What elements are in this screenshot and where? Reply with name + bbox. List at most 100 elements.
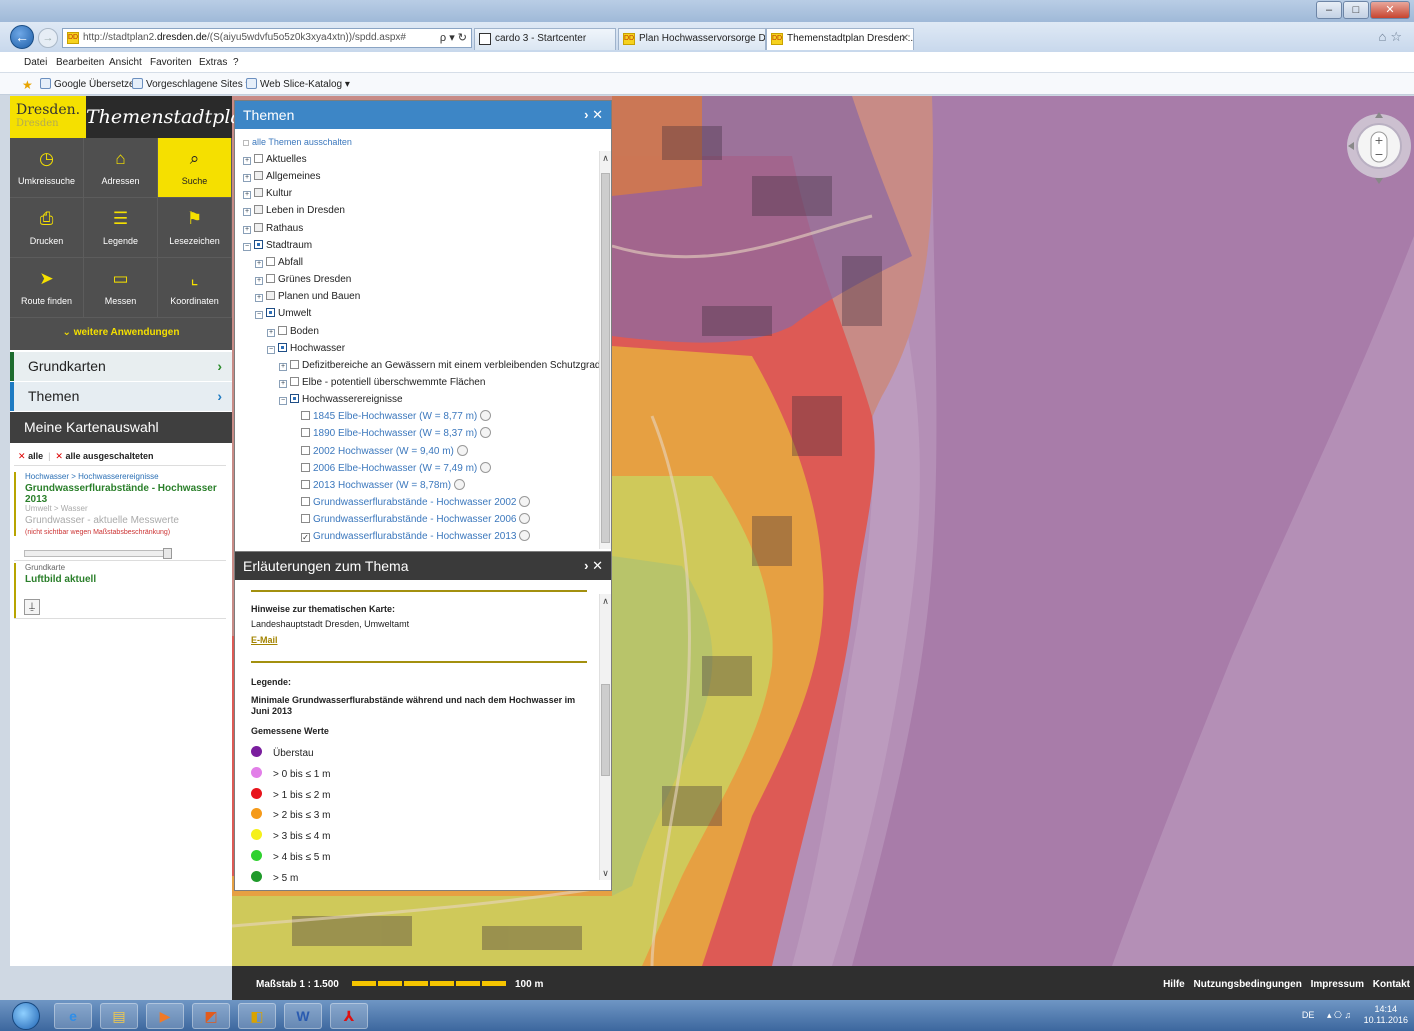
layer-checkbox[interactable] <box>290 376 299 386</box>
tile-legende[interactable]: ☰ Legende <box>84 198 158 258</box>
layer-checkbox[interactable] <box>254 171 263 181</box>
panel-controls[interactable]: › ✕ <box>584 101 603 129</box>
taskbar-acrobat-icon[interactable]: ⅄ <box>330 1003 368 1029</box>
tree-item[interactable]: 2013 Hochwasser (W = 8,78m) <box>301 478 466 493</box>
layer-checkbox[interactable] <box>301 428 310 438</box>
panel-controls[interactable]: › ✕ <box>584 552 603 580</box>
menu-datei[interactable]: Datei <box>24 57 47 68</box>
navigation-compass[interactable]: + − <box>1346 110 1412 188</box>
scroll-up-icon[interactable]: ∧ <box>600 151 611 165</box>
layer-checkbox[interactable] <box>254 205 263 215</box>
fav-web-slice-katalog[interactable]: Web Slice-Katalog ▾ <box>246 78 350 90</box>
expand-icon[interactable]: + <box>243 225 251 234</box>
zoom-to-layer-icon[interactable] <box>480 427 492 439</box>
home-favorites-icons[interactable]: ⌂☆ <box>1378 29 1406 45</box>
expand-icon[interactable]: + <box>243 157 251 165</box>
tree-item[interactable]: + Kultur <box>243 187 292 201</box>
expand-icon[interactable]: + <box>243 191 251 200</box>
scroll-up-icon[interactable]: ∧ <box>600 594 611 608</box>
weitere-anwendungen-button[interactable]: ⌄ weitere Anwendungen <box>10 318 232 350</box>
themen-scrollbar[interactable]: ∧ <box>599 151 611 549</box>
dresden-logo[interactable]: Dresden. Dresden <box>10 96 86 138</box>
nav-grundkarten[interactable]: Grundkarten › <box>10 352 232 381</box>
tree-item[interactable]: 2006 Elbe-Hochwasser (W = 7,49 m) <box>301 461 492 476</box>
expand-icon[interactable]: + <box>243 208 251 217</box>
tree-item[interactable]: − Umwelt <box>255 307 311 321</box>
taskbar-app-icon[interactable]: ◩ <box>192 1003 230 1029</box>
layer-checkbox[interactable] <box>278 342 287 352</box>
layer-checkbox[interactable] <box>266 256 275 266</box>
menu-help[interactable]: ? <box>233 57 239 68</box>
tab-cardo[interactable]: cardo 3 - Startcenter <box>474 28 616 50</box>
taskbar-dd-icon[interactable]: ◧ <box>238 1003 276 1029</box>
selected-layer-grundwasser-2013[interactable]: Hochwasser > Hochwasserereignisse Grundw… <box>14 472 226 505</box>
layer-checkbox[interactable] <box>290 394 299 404</box>
slider-handle[interactable] <box>163 548 172 559</box>
tree-item[interactable]: Grundwasserflurabstände - Hochwasser 200… <box>301 513 531 527</box>
layer-checkbox[interactable] <box>254 154 263 163</box>
collapse-icon[interactable]: − <box>267 345 275 354</box>
tab-themenstadtplan[interactable]: DD Themenstadtplan Dresden :... ✕ <box>766 28 914 50</box>
zoom-to-layer-icon[interactable] <box>456 444 468 456</box>
tree-item[interactable]: + Abfall <box>255 256 303 270</box>
tree-item[interactable]: − Hochwasserereignisse <box>279 393 403 407</box>
collapse-icon[interactable]: − <box>279 397 287 406</box>
scroll-thumb[interactable] <box>601 173 610 543</box>
fav-vorgeschlagene-sites[interactable]: Vorgeschlagene Sites ▾ <box>132 78 251 90</box>
selected-layer-grundwasser-messwerte[interactable]: Umwelt > Wasser Grundwasser - aktuelle M… <box>14 504 226 536</box>
layer-checkbox[interactable] <box>254 222 263 232</box>
expand-icon[interactable]: + <box>255 294 263 303</box>
tree-item[interactable]: 1845 Elbe-Hochwasser (W = 8,77 m) <box>301 410 492 424</box>
layer-checkbox[interactable] <box>254 188 263 198</box>
tile-umkreissuche[interactable]: ◷ Umkreissuche <box>10 138 84 198</box>
tile-messen[interactable]: ▭ Messen <box>84 258 158 318</box>
tile-koordinaten[interactable]: ⌞ Koordinaten <box>158 258 232 318</box>
tree-item[interactable]: + Elbe - potentiell überschwemmte Flächen <box>279 376 485 390</box>
tile-lesezeichen[interactable]: ⚑ Lesezeichen <box>158 198 232 258</box>
layer-checkbox[interactable] <box>301 497 310 506</box>
expand-icon[interactable]: + <box>243 174 251 183</box>
layer-checkbox[interactable] <box>301 479 310 489</box>
kontakt-link[interactable]: Kontakt <box>1373 979 1410 990</box>
address-bar[interactable]: DD http://stadtplan2.dresden.de/(S(aiyu5… <box>62 28 472 48</box>
favorites-star-icon[interactable]: ★ <box>22 78 33 92</box>
tree-item[interactable]: 2002 Hochwasser (W = 9,40 m) <box>301 444 468 459</box>
tree-item[interactable]: + Planen und Bauen <box>255 290 360 304</box>
zoom-to-layer-icon[interactable] <box>454 478 466 490</box>
layer-checkbox[interactable] <box>290 359 299 369</box>
start-button[interactable] <box>12 1002 40 1030</box>
expand-icon[interactable]: + <box>255 277 263 286</box>
tree-item[interactable]: − Stadtraum <box>243 239 312 253</box>
zoom-to-layer-icon[interactable] <box>480 410 492 422</box>
layer-legend-icon[interactable]: ⍊ <box>24 599 40 615</box>
hilfe-link[interactable]: Hilfe <box>1163 979 1185 990</box>
nav-themen[interactable]: Themen › <box>10 382 232 411</box>
tile-suche[interactable]: ⌕ Suche <box>158 138 232 198</box>
impressum-link[interactable]: Impressum <box>1311 979 1364 990</box>
taskbar-explorer-icon[interactable]: ▤ <box>100 1003 138 1029</box>
forward-button[interactable]: → <box>38 28 58 48</box>
language-indicator[interactable]: DE <box>1302 1010 1315 1020</box>
tile-drucken[interactable]: ⎙ Drucken <box>10 198 84 258</box>
alle-themen-ausschalten-link[interactable]: alle Themen ausschalten <box>243 135 352 149</box>
clock[interactable]: 14:14 10.11.2016 <box>1364 1004 1408 1026</box>
remove-all-off-link[interactable]: ✕ alle ausgeschalteten <box>55 451 153 461</box>
tree-item[interactable]: + Boden <box>267 325 319 339</box>
tray-icons[interactable]: ▴ ⎔ ♫ <box>1327 1010 1351 1020</box>
layer-checkbox[interactable] <box>301 514 310 524</box>
menu-favoriten[interactable]: Favoriten <box>150 57 192 68</box>
select-all-link[interactable]: ✕ alle <box>18 451 43 461</box>
menu-bearbeiten[interactable]: Bearbeiten <box>56 57 104 68</box>
tree-item[interactable]: + Leben in Dresden <box>243 204 345 218</box>
maximize-button[interactable]: □ <box>1343 1 1369 19</box>
expand-icon[interactable]: + <box>255 259 263 268</box>
tree-item[interactable]: + Allgemeines <box>243 170 320 184</box>
scroll-thumb[interactable] <box>601 684 610 776</box>
address-controls[interactable]: ρ ▾ ↻ <box>440 29 467 47</box>
layer-checkbox[interactable] <box>301 462 310 472</box>
taskbar-word-icon[interactable]: W <box>284 1003 322 1029</box>
taskbar-media-icon[interactable]: ▶ <box>146 1003 184 1029</box>
tile-route-finden[interactable]: ➤ Route finden <box>10 258 84 318</box>
email-link[interactable]: E-Mail <box>251 635 278 645</box>
zoom-to-layer-icon[interactable] <box>519 496 531 507</box>
